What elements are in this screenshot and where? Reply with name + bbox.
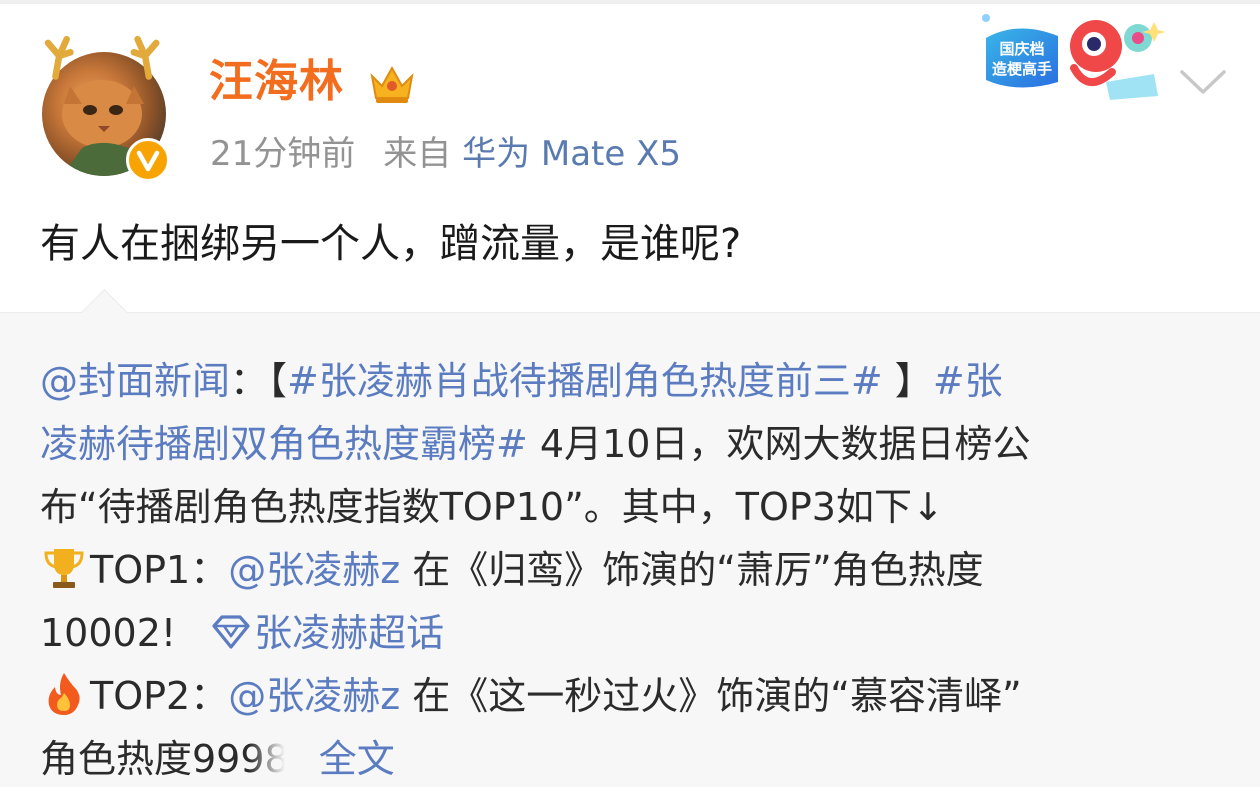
trophy-icon — [44, 549, 84, 588]
mention-link[interactable]: @封面新闻 — [40, 359, 230, 403]
chevron-down-icon[interactable] — [1178, 64, 1228, 98]
post-time: 21分钟前 — [210, 134, 356, 174]
holiday-badge: 国庆档 造梗高手 — [978, 8, 1166, 104]
text-segment: ：【 — [230, 359, 288, 403]
mention-link[interactable]: @张凌赫z — [228, 548, 400, 592]
text-segment: TOP1： — [90, 548, 229, 592]
text-segment: 】 — [882, 359, 933, 403]
super-topic-link[interactable]: 张凌赫超话 — [254, 611, 444, 655]
text-segment: 在《这一秒过火》饰演的“慕容清峄” — [400, 674, 1022, 718]
text-segment: 4月10日，欢网大数据日榜公 — [527, 422, 1031, 466]
top-divider — [0, 0, 1260, 4]
device-link[interactable]: 华为 Mate X5 — [462, 134, 681, 174]
username[interactable]: 汪海林 — [209, 54, 344, 110]
fire-icon — [48, 673, 80, 715]
post-meta: 21分钟前 来自 华为 Mate X5 — [210, 130, 681, 178]
text-segment: 在《归鸾》饰演的“萧厉”角色热度 — [400, 548, 984, 592]
hashtag-link[interactable]: 凌赫待播剧双角色热度霸榜# — [40, 422, 528, 466]
repost-body: @封面新闻：【#张凌赫肖战待播剧角色热度前三# 】#张 凌赫待播剧双角色热度霸榜… — [40, 350, 1230, 791]
source-prefix: 来自 — [383, 134, 452, 174]
text-segment: 布“待播剧角色热度指数TOP10”。其中，TOP3如下↓ — [40, 485, 944, 529]
post-text: 有人在捆绑另一个人，蹭流量，是谁呢? — [40, 221, 742, 267]
hashtag-link[interactable]: #张凌赫肖战待播剧角色热度前三# — [287, 359, 883, 403]
antler-decoration-icon — [44, 35, 160, 80]
badge-text-1: 国庆档 — [999, 40, 1044, 58]
badge-text-2: 造梗高手 — [992, 60, 1052, 78]
text-segment: 10002! — [40, 611, 177, 655]
text-segment: TOP2： — [90, 674, 229, 718]
verified-v-icon — [126, 138, 170, 182]
mention-link[interactable]: @张凌赫z — [228, 674, 400, 718]
super-topic-diamond-icon — [212, 615, 250, 649]
text-fade — [248, 732, 289, 780]
read-more-link[interactable]: 全文 — [319, 737, 395, 781]
vip-crown-icon — [370, 65, 414, 103]
hashtag-link[interactable]: #张 — [933, 359, 1003, 403]
